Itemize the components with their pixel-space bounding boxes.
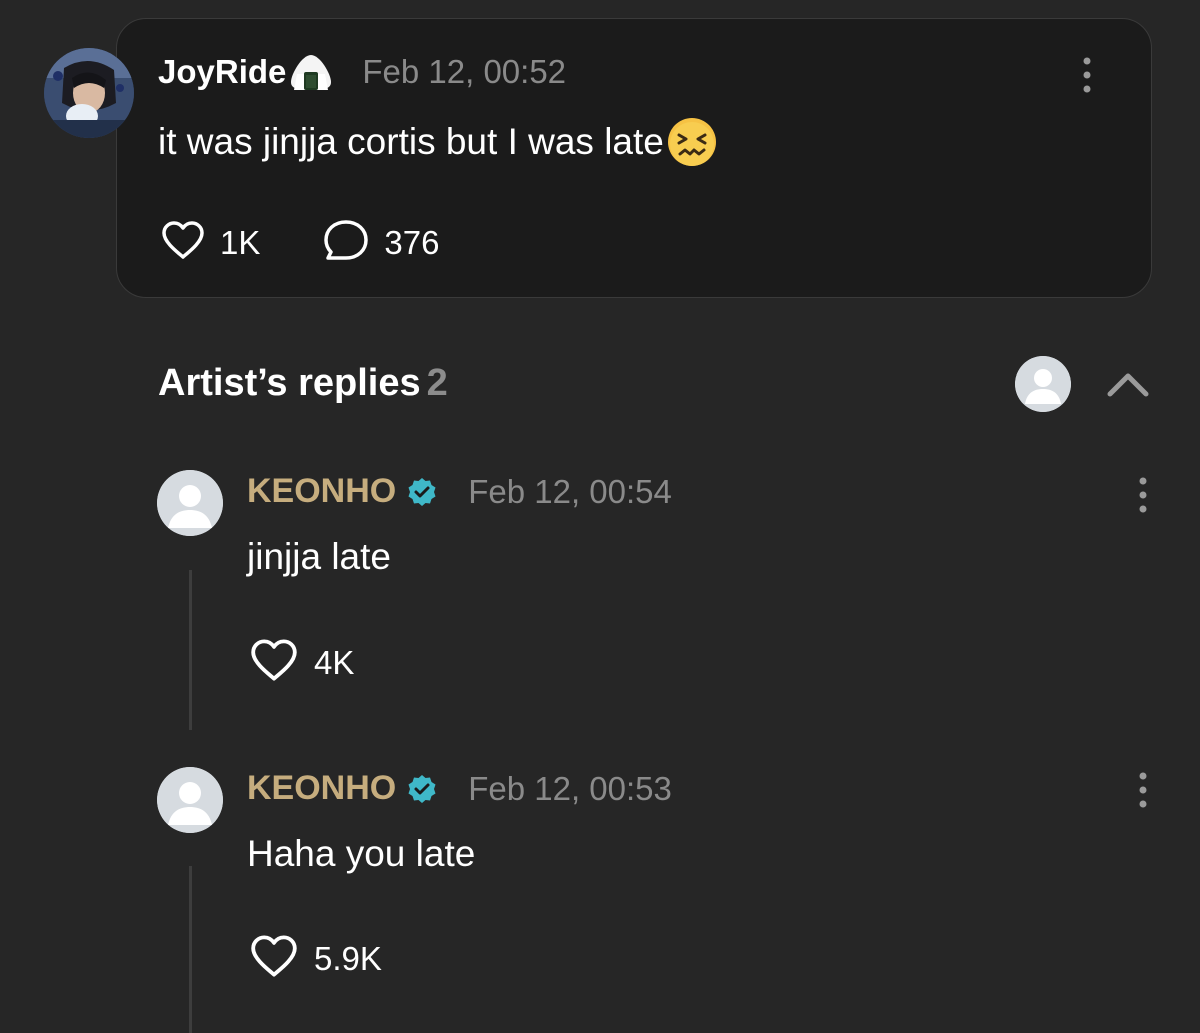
reply-author[interactable]: KEONHO xyxy=(247,472,396,511)
heart-icon[interactable] xyxy=(248,933,300,984)
thread-line xyxy=(189,866,192,1033)
artist-replies-count: 2 xyxy=(426,362,448,404)
heart-icon[interactable] xyxy=(160,219,206,266)
reply-author[interactable]: KEONHO xyxy=(247,769,396,808)
reply-timestamp: Feb 12, 00:54 xyxy=(468,472,672,510)
reply-avatar[interactable] xyxy=(157,470,223,536)
post-like-count: 1K xyxy=(220,223,261,261)
post-comment-count: 376 xyxy=(384,223,440,261)
artist-replies-heading: Artist’s replies 2 xyxy=(158,362,448,405)
post-username[interactable]: JoyRide xyxy=(158,53,286,91)
post-more-options-icon[interactable] xyxy=(1081,56,1093,94)
artist-avatar-icon[interactable] xyxy=(1015,356,1071,412)
reply-header: KEONHO Feb 12, 00:54 xyxy=(247,472,672,511)
reply-like-count: 5.9K xyxy=(314,939,382,977)
reply-timestamp: Feb 12, 00:53 xyxy=(468,769,672,807)
reply-actions: 5.9K xyxy=(248,933,382,984)
chevron-up-icon[interactable] xyxy=(1106,370,1150,403)
reply-header: KEONHO Feb 12, 00:53 xyxy=(247,769,672,808)
post-timestamp: Feb 12, 00:52 xyxy=(362,53,567,90)
reply-actions: 4K xyxy=(248,637,354,688)
reply-avatar[interactable] xyxy=(157,767,223,833)
reply-text: Haha you late xyxy=(247,833,476,874)
reply-text: jinjja late xyxy=(247,536,391,577)
verified-badge-icon xyxy=(406,476,438,508)
reply-like-count: 4K xyxy=(314,643,355,681)
user-avatar[interactable] xyxy=(44,48,134,138)
post-body: it was jinjja cortis but I was late xyxy=(158,121,664,162)
post-header: JoyRide Feb 12, 00:52 xyxy=(158,52,566,92)
post-actions: 1K 376 xyxy=(160,218,439,267)
reply-more-options-icon[interactable] xyxy=(1137,476,1149,514)
rice-ball-icon xyxy=(288,52,334,92)
comment-bubble-icon[interactable] xyxy=(322,218,370,267)
post-text: it was jinjja cortis but I was late xyxy=(158,114,720,170)
heart-icon[interactable] xyxy=(248,637,300,688)
artist-replies-title: Artist’s replies xyxy=(158,362,421,404)
verified-badge-icon xyxy=(406,773,438,805)
thread-line xyxy=(189,570,192,730)
reply-more-options-icon[interactable] xyxy=(1137,771,1149,809)
confounded-face-icon xyxy=(664,114,720,170)
